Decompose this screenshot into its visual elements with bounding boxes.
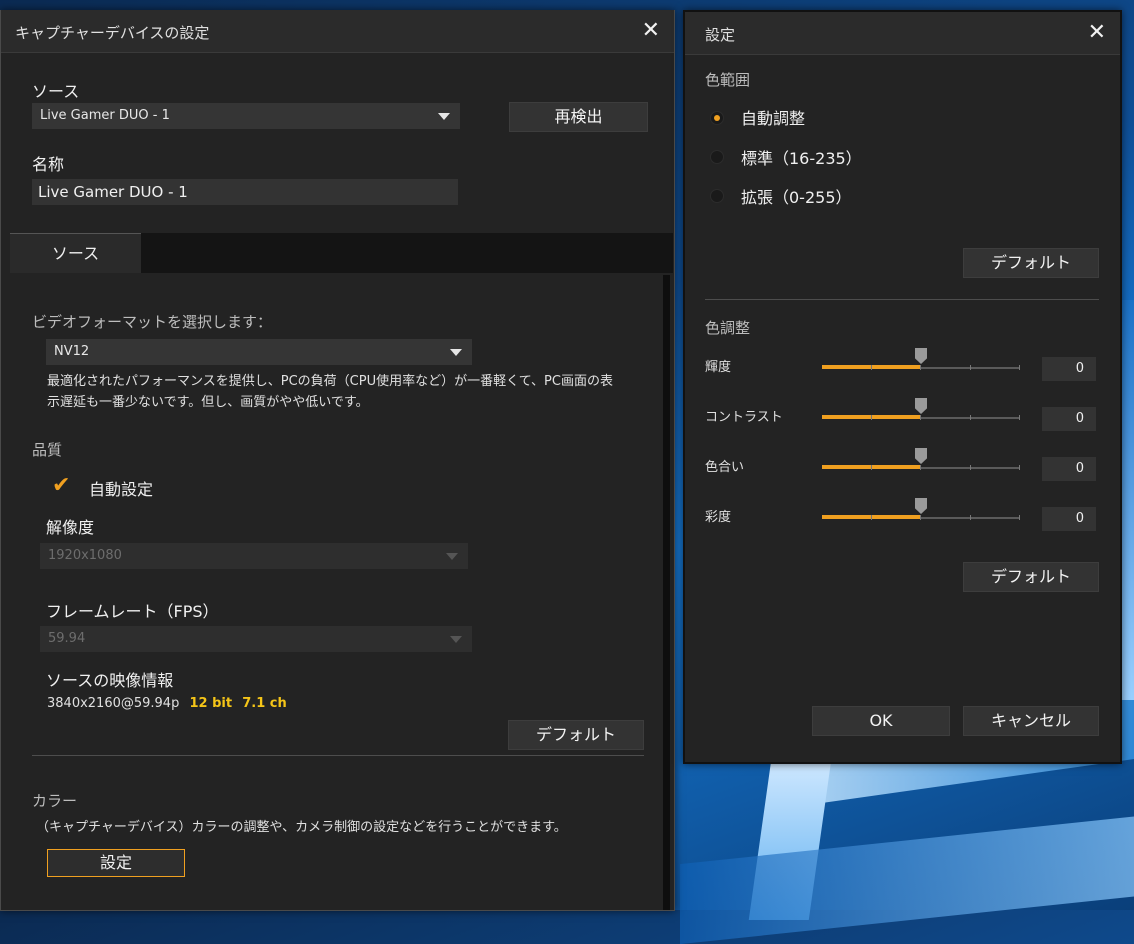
default-button[interactable]: デフォルト bbox=[963, 248, 1099, 278]
chevron-down-icon bbox=[438, 113, 450, 120]
chevron-down-icon bbox=[446, 553, 458, 560]
ok-button[interactable]: OK bbox=[812, 706, 950, 736]
slider-fill bbox=[822, 515, 921, 519]
slider-tick bbox=[969, 365, 971, 370]
close-icon[interactable]: ✕ bbox=[1088, 20, 1106, 45]
cancel-button[interactable]: キャンセル bbox=[963, 706, 1099, 736]
slider-value-text: 0 bbox=[1075, 461, 1084, 476]
radio-auto-label: 自動調整 bbox=[741, 109, 806, 128]
source-info-bit: 12 bit bbox=[189, 696, 233, 711]
chevron-down-icon bbox=[450, 636, 462, 643]
slider-tick bbox=[969, 515, 971, 520]
divider bbox=[705, 299, 1099, 300]
source-info-resolution: 3840x2160@59.94p bbox=[47, 696, 180, 711]
color-settings-button[interactable]: 設定 bbox=[47, 849, 185, 877]
slider-tick bbox=[870, 365, 872, 370]
slider-value-text: 0 bbox=[1075, 511, 1084, 526]
resolution-value: 1920x1080 bbox=[48, 548, 122, 563]
wallpaper-light-beam bbox=[680, 815, 1134, 944]
slider-tick bbox=[1019, 465, 1020, 470]
slider-value-text: 0 bbox=[1075, 361, 1084, 376]
color-description: （キャプチャーデバイス）カラーの調整や、カメラ制御の設定などを行うことができます… bbox=[36, 820, 567, 835]
framerate-value: 59.94 bbox=[48, 631, 86, 646]
source-dropdown-value: Live Gamer DUO - 1 bbox=[40, 108, 170, 123]
radio-standard-label: 標準（16-235） bbox=[741, 149, 862, 168]
radio-standard[interactable] bbox=[710, 150, 724, 164]
video-format-label: ビデオフォーマットを選択します： bbox=[32, 313, 273, 331]
radio-auto[interactable] bbox=[710, 111, 724, 125]
slider-label: コントラスト bbox=[705, 410, 783, 425]
tab-panel bbox=[10, 273, 664, 910]
quality-label: 品質 bbox=[32, 441, 63, 459]
radio-extended[interactable] bbox=[710, 189, 724, 203]
dialog-title: キャプチャーデバイスの設定 bbox=[15, 24, 210, 42]
checkbox-check-icon[interactable]: ✔ bbox=[52, 473, 70, 498]
source-info-channels: 7.1 ch bbox=[242, 696, 287, 711]
slider-tick bbox=[870, 415, 872, 420]
framerate-dropdown[interactable]: 59.94 bbox=[40, 626, 472, 652]
framerate-label: フレームレート（FPS） bbox=[46, 602, 219, 621]
redetect-button[interactable]: 再検出 bbox=[509, 102, 648, 132]
slider-tick bbox=[1019, 365, 1020, 370]
slider-tick bbox=[920, 365, 921, 370]
slider-label: 彩度 bbox=[705, 510, 732, 525]
slider-fill bbox=[822, 365, 921, 369]
source-info-label: ソースの映像情報 bbox=[46, 671, 174, 690]
video-format-value: NV12 bbox=[54, 344, 90, 359]
slider-tick bbox=[969, 465, 971, 470]
slider-tick bbox=[920, 415, 921, 420]
default-button[interactable]: デフォルト bbox=[963, 562, 1099, 592]
tab-source[interactable]: ソース bbox=[10, 233, 141, 274]
slider-tick bbox=[870, 515, 872, 520]
default-button[interactable]: デフォルト bbox=[508, 720, 644, 750]
scrollbar[interactable] bbox=[663, 275, 670, 910]
slider-fill bbox=[822, 465, 921, 469]
slider-label: 色合い bbox=[705, 460, 745, 475]
name-field-value: Live Gamer DUO - 1 bbox=[38, 183, 188, 201]
tab-strip: ソース bbox=[10, 233, 673, 274]
resolution-label: 解像度 bbox=[46, 518, 95, 537]
auto-setting-label: 自動設定 bbox=[89, 480, 154, 499]
source-dropdown[interactable]: Live Gamer DUO - 1 bbox=[32, 103, 460, 129]
slider-tick bbox=[1019, 515, 1020, 520]
slider-tick bbox=[920, 465, 921, 470]
name-label: 名称 bbox=[32, 155, 65, 174]
slider-value-text: 0 bbox=[1075, 411, 1084, 426]
dialog-titlebar: キャプチャーデバイスの設定 ✕ bbox=[1, 10, 674, 53]
slider-tick bbox=[969, 415, 971, 420]
divider bbox=[32, 755, 644, 756]
source-label: ソース bbox=[32, 82, 80, 101]
dialog-titlebar: 設定 ✕ bbox=[685, 12, 1120, 55]
color-adjust-label: 色調整 bbox=[705, 319, 751, 337]
slider-value[interactable]: 0 bbox=[1042, 407, 1096, 431]
slider-fill bbox=[822, 415, 921, 419]
color-label: カラー bbox=[32, 792, 78, 810]
video-format-description: 最適化されたパフォーマンスを提供し、PCの負荷（CPU使用率など）が一番軽くて、… bbox=[47, 374, 613, 389]
resolution-dropdown[interactable]: 1920x1080 bbox=[40, 543, 468, 569]
video-format-dropdown[interactable]: NV12 bbox=[46, 339, 472, 365]
close-icon[interactable]: ✕ bbox=[642, 18, 660, 43]
slider-value[interactable]: 0 bbox=[1042, 357, 1096, 381]
slider-tick bbox=[870, 465, 872, 470]
slider-label: 輝度 bbox=[705, 360, 732, 375]
name-field[interactable]: Live Gamer DUO - 1 bbox=[32, 179, 458, 205]
slider-value[interactable]: 0 bbox=[1042, 457, 1096, 481]
source-info-value: 3840x2160@59.94p 12 bit 7.1 ch bbox=[47, 694, 287, 714]
color-range-label: 色範囲 bbox=[705, 71, 751, 89]
dialog-title: 設定 bbox=[705, 26, 736, 44]
slider-tick bbox=[920, 515, 921, 520]
slider-tick bbox=[1019, 415, 1020, 420]
wallpaper-light-beam bbox=[1122, 300, 1134, 700]
video-format-description: 示遅延も一番少ないです。但し、画質がやや低いです。 bbox=[47, 395, 369, 410]
slider-value[interactable]: 0 bbox=[1042, 507, 1096, 531]
radio-extended-label: 拡張（0-255） bbox=[741, 188, 852, 207]
chevron-down-icon bbox=[450, 349, 462, 356]
